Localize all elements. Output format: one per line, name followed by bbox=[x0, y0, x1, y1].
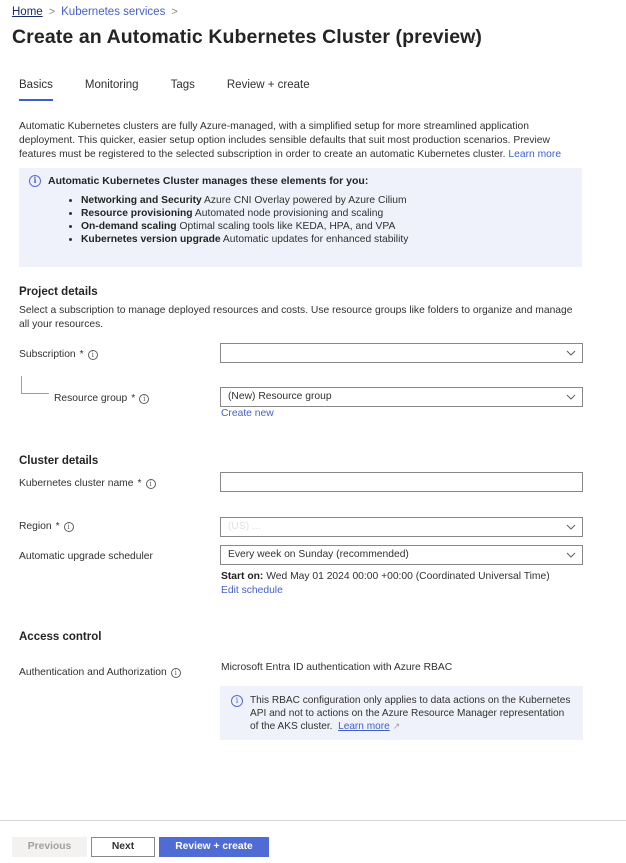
list-item: Networking and Security Azure CNI Overla… bbox=[81, 194, 408, 207]
region-label-text: Region bbox=[19, 521, 52, 532]
chevron-down-icon bbox=[566, 524, 576, 530]
review-create-button[interactable]: Review + create bbox=[159, 837, 269, 857]
region-value: (US) ... bbox=[228, 521, 261, 532]
list-item-text: Automated node provisioning and scaling bbox=[194, 208, 384, 219]
region-label: Region * i bbox=[19, 521, 74, 532]
info-icon: i bbox=[29, 175, 41, 187]
info-icon[interactable]: i bbox=[87, 349, 98, 360]
info-box-header: i Automatic Kubernetes Cluster manages t… bbox=[29, 175, 368, 187]
start-on-value: Wed May 01 2024 00:00 +00:00 (Coordinate… bbox=[266, 571, 550, 582]
list-item-text: Azure CNI Overlay powered by Azure Ciliu… bbox=[204, 195, 407, 206]
upgrade-scheduler-label-text: Automatic upgrade scheduler bbox=[19, 551, 153, 562]
tab-review-create[interactable]: Review + create bbox=[227, 79, 310, 97]
schedule-start-on: Start on: Wed May 01 2024 00:00 +00:00 (… bbox=[221, 571, 550, 582]
project-details-description: Select a subscription to manage deployed… bbox=[19, 305, 573, 330]
page-title: Create an Automatic Kubernetes Cluster (… bbox=[12, 26, 483, 48]
subscription-dropdown[interactable] bbox=[220, 343, 583, 363]
next-button[interactable]: Next bbox=[91, 837, 155, 857]
required-asterisk: * bbox=[137, 478, 142, 489]
breadcrumb-home[interactable]: Home bbox=[12, 6, 43, 18]
upgrade-scheduler-label: Automatic upgrade scheduler bbox=[19, 551, 153, 562]
tab-bar: Basics Monitoring Tags Review + create bbox=[19, 79, 342, 101]
managed-elements-list: Networking and Security Azure CNI Overla… bbox=[65, 194, 408, 246]
required-asterisk: * bbox=[131, 393, 136, 404]
breadcrumb: Home > Kubernetes services > bbox=[12, 6, 178, 18]
external-link-icon: ↗ bbox=[392, 721, 401, 731]
list-item-title: Resource provisioning bbox=[81, 208, 193, 219]
resource-group-value: (New) Resource group bbox=[228, 391, 332, 402]
rbac-info-box: i This RBAC configuration only applies t… bbox=[220, 686, 583, 740]
info-icon[interactable]: i bbox=[145, 478, 156, 489]
auth-label: Authentication and Authorization i bbox=[19, 667, 181, 678]
required-asterisk: * bbox=[55, 521, 60, 532]
subscription-label: Subscription * i bbox=[19, 349, 98, 360]
cluster-name-label: Kubernetes cluster name * i bbox=[19, 478, 156, 489]
edit-schedule-link[interactable]: Edit schedule bbox=[221, 585, 283, 596]
hierarchy-connector bbox=[21, 376, 49, 394]
list-item-text: Automatic updates for enhanced stability bbox=[222, 234, 409, 245]
intro-description: Automatic Kubernetes clusters are fully … bbox=[19, 121, 550, 160]
chevron-down-icon bbox=[566, 350, 576, 356]
tab-tags[interactable]: Tags bbox=[171, 79, 195, 97]
info-icon[interactable]: i bbox=[139, 393, 150, 404]
list-item-text: Optimal scaling tools like KEDA, HPA, an… bbox=[179, 221, 396, 232]
auth-label-text: Authentication and Authorization bbox=[19, 667, 167, 678]
list-item: On-demand scaling Optimal scaling tools … bbox=[81, 220, 408, 233]
chevron-down-icon bbox=[566, 552, 576, 558]
info-icon: i bbox=[231, 695, 243, 707]
info-icon[interactable]: i bbox=[63, 521, 74, 532]
chevron-down-icon bbox=[566, 394, 576, 400]
more-options-button[interactable]: ... bbox=[470, 30, 480, 44]
rbac-note: This RBAC configuration only applies to … bbox=[250, 694, 575, 733]
cluster-name-label-text: Kubernetes cluster name bbox=[19, 478, 134, 489]
create-new-resource-group-link[interactable]: Create new bbox=[221, 408, 274, 419]
required-asterisk: * bbox=[79, 349, 84, 360]
chevron-right-icon: > bbox=[48, 6, 56, 18]
intro-text: Automatic Kubernetes clusters are fully … bbox=[19, 120, 584, 162]
breadcrumb-kubernetes-services[interactable]: Kubernetes services bbox=[61, 6, 165, 18]
tab-basics[interactable]: Basics bbox=[19, 79, 53, 101]
list-item-title: On-demand scaling bbox=[81, 221, 177, 232]
upgrade-scheduler-dropdown[interactable]: Every week on Sunday (recommended) bbox=[220, 545, 583, 565]
intro-learn-more-link[interactable]: Learn more bbox=[508, 149, 561, 160]
start-on-label: Start on: bbox=[221, 571, 264, 582]
list-item: Resource provisioning Automated node pro… bbox=[81, 207, 408, 220]
managed-elements-info-box: i Automatic Kubernetes Cluster manages t… bbox=[19, 168, 582, 267]
resource-group-label: Resource group * i bbox=[54, 393, 150, 404]
resource-group-label-text: Resource group bbox=[54, 393, 128, 404]
upgrade-scheduler-value: Every week on Sunday (recommended) bbox=[228, 549, 409, 560]
subscription-label-text: Subscription bbox=[19, 349, 76, 360]
cluster-details-heading: Cluster details bbox=[19, 455, 99, 467]
tab-monitoring[interactable]: Monitoring bbox=[85, 79, 139, 97]
info-box-heading: Automatic Kubernetes Cluster manages the… bbox=[48, 175, 369, 187]
region-dropdown[interactable]: (US) ... bbox=[220, 517, 583, 537]
list-item: Kubernetes version upgrade Automatic upd… bbox=[81, 233, 408, 246]
list-item-title: Kubernetes version upgrade bbox=[81, 234, 221, 245]
list-item-title: Networking and Security bbox=[81, 195, 202, 206]
footer-divider bbox=[0, 820, 626, 821]
project-details-heading: Project details bbox=[19, 286, 98, 298]
auth-value: Microsoft Entra ID authentication with A… bbox=[221, 662, 453, 673]
rbac-note-text: This RBAC configuration only applies to … bbox=[250, 695, 571, 732]
chevron-right-icon: > bbox=[171, 6, 178, 18]
previous-button[interactable]: Previous bbox=[12, 837, 87, 857]
resource-group-dropdown[interactable]: (New) Resource group bbox=[220, 387, 583, 407]
access-control-heading: Access control bbox=[19, 631, 102, 643]
cluster-name-input[interactable] bbox=[220, 472, 583, 492]
rbac-learn-more-link[interactable]: Learn more bbox=[338, 721, 390, 732]
info-icon[interactable]: i bbox=[170, 667, 181, 678]
